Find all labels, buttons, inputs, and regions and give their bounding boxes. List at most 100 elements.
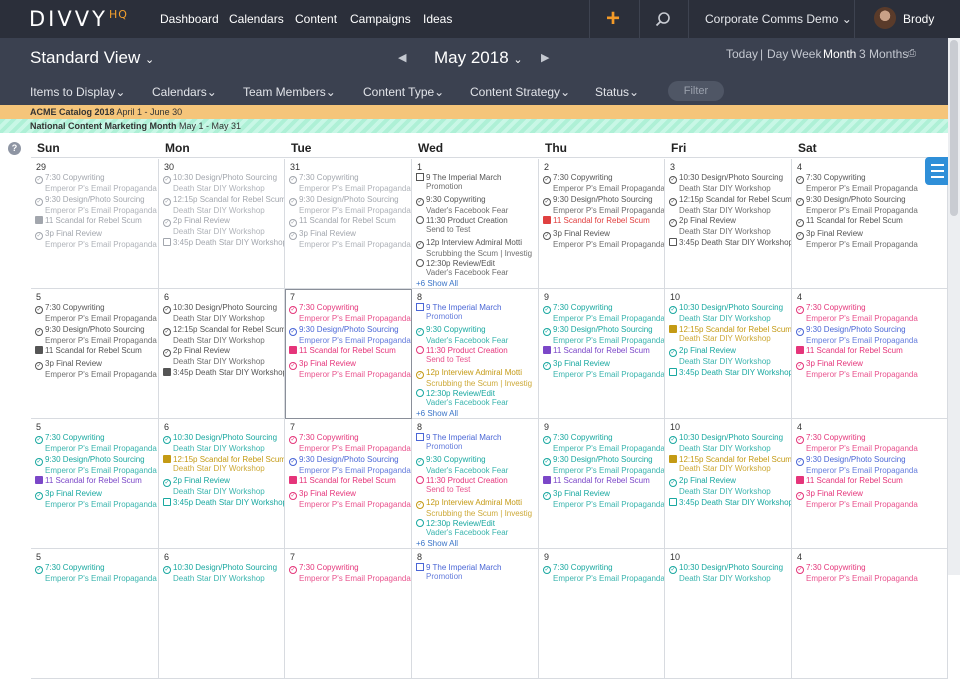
nav-dashboard[interactable]: Dashboard <box>160 12 219 26</box>
filter-content-type[interactable]: Content Type⌄ <box>363 85 444 99</box>
show-all-link[interactable]: +6 Show All <box>416 279 458 288</box>
calendar-event[interactable]: ✓ 9:30 Design/Photo Sourcing Emperor P's E… <box>35 455 158 475</box>
calendar-event[interactable]: 9 The Imperial March Promotion <box>416 433 538 451</box>
calendar-event[interactable]: 3:45p Death Star DIY Workshop <box>669 367 791 377</box>
calendar-event[interactable]: ✓ 12p Interview Admiral Motti Scrubbing th… <box>416 368 538 388</box>
calendar-event[interactable]: ✓ 9:30 Design/Photo Sourcing Emperor P's E… <box>543 455 664 475</box>
calendar-event[interactable]: 11 Scandal for Rebel Scum <box>796 476 920 485</box>
calendar-event[interactable]: 12:30p Review/Edit Vader's Facebook Fear <box>416 519 538 537</box>
calendar-event[interactable]: ✓ 12p Interview Admiral Motti Scrubbing th… <box>416 498 538 518</box>
calendar-event[interactable]: ✓ 7:30 Copywriting Emperor P's Email Propa… <box>35 173 158 193</box>
calendar-event[interactable]: ✓ 7:30 Copywriting Emperor P's Email Propa… <box>543 173 664 193</box>
calendar-event[interactable]: ✓ 3p Final Review Emperor P's Email Propag… <box>543 359 664 379</box>
calendar-event[interactable]: ✓ 12p Interview Admiral Motti Scrubbing th… <box>416 238 538 258</box>
calendar-event[interactable]: ✓ 7:30 Copywriting Emperor P's Email Propa… <box>796 433 920 453</box>
next-month-icon[interactable]: ▶ <box>541 51 549 64</box>
calendar-event[interactable]: ✓ 9:30 Design/Photo Sourcing Emperor P's E… <box>796 195 920 215</box>
search-icon[interactable] <box>655 11 671 27</box>
calendar-day-cell[interactable]: 7 ✓ 7:30 Copywriting Emperor P's Email Prop… <box>285 549 412 679</box>
calendar-day-cell[interactable]: 29 ✓ 7:30 Copywriting Emperor P's Email Pro… <box>31 159 159 289</box>
calendar-event[interactable]: ✓ 3p Final Review Emperor P's Email Propag… <box>289 229 411 249</box>
scrollbar-thumb[interactable] <box>950 40 958 216</box>
campaign-bar[interactable]: National Content Marketing Month May 1 -… <box>0 119 948 133</box>
calendar-event[interactable]: 11 Scandal for Rebel Scum <box>796 346 920 355</box>
calendar-event[interactable]: ✓ 7:30 Copywriting Emperor P's Email Propa… <box>289 433 411 453</box>
calendar-event[interactable]: ✓ 3p Final Review Emperor P's Email Propag… <box>35 359 158 379</box>
calendar-day-cell[interactable]: 89 The Imperial March Promotion ✓ 9:30 Copy… <box>412 289 539 419</box>
calendar-event[interactable]: 12:15p Scandal for Rebel Scum Death Star … <box>163 454 284 473</box>
calendar-event[interactable]: 12:15p Scandal for Rebel Scum Death Star … <box>669 324 791 343</box>
calendar-event[interactable]: ✓ 3p Final Review Emperor P's Email Propag… <box>289 489 411 509</box>
calendar-event[interactable]: ✓ 12:15p Scandal for Rebel Scum Death Star… <box>669 195 791 215</box>
calendar-event[interactable]: ✓ 7:30 Copywriting Emperor P's Email Propa… <box>543 563 664 583</box>
range-month[interactable]: Month <box>823 47 856 61</box>
filter-team-members[interactable]: Team Members⌄ <box>243 85 336 99</box>
calendar-event[interactable]: ✓ 9:30 Design/Photo Sourcing Emperor P's E… <box>796 325 920 345</box>
calendar-event[interactable]: 11 Scandal for Rebel Scum <box>35 216 158 225</box>
calendar-day-cell[interactable]: 9 ✓ 7:30 Copywriting Emperor P's Email Prop… <box>539 549 665 679</box>
calendar-day-cell[interactable]: 30 ✓ 10:30 Design/Photo Sourcing Death Star… <box>159 159 285 289</box>
calendar-day-cell[interactable]: 4 ✓ 7:30 Copywriting Emperor P's Email Prop… <box>792 549 948 679</box>
calendar-event[interactable]: 11 Scandal for Rebel Scum <box>543 216 664 225</box>
user-name[interactable]: Brody <box>903 12 934 26</box>
calendar-day-cell[interactable]: 89 The Imperial March Promotion <box>412 549 539 679</box>
calendar-event[interactable]: ✓ 3p Final Review Emperor P's Email Propag… <box>796 359 920 379</box>
show-all-link[interactable]: +6 Show All <box>416 539 458 548</box>
help-icon[interactable]: ? <box>8 142 21 155</box>
month-selector[interactable]: May 2018 ⌄ <box>434 48 523 68</box>
calendar-event[interactable]: ✓ 7:30 Copywriting Emperor P's Email Propa… <box>796 173 920 193</box>
calendar-day-cell[interactable]: 6 ✓ 10:30 Design/Photo Sourcing Death Star … <box>159 289 285 419</box>
calendar-event[interactable]: 11:30 Product Creation Send to Test <box>416 216 538 234</box>
calendar-event[interactable]: ✓ 7:30 Copywriting Emperor P's Email Propa… <box>796 563 920 583</box>
calendar-day-cell[interactable]: 5 ✓ 7:30 Copywriting Emperor P's Email Prop… <box>31 289 159 419</box>
view-selector[interactable]: Standard View ⌄ <box>30 48 154 68</box>
calendar-day-cell[interactable]: 6 ✓ 10:30 Design/Photo Sourcing Death Star … <box>159 549 285 679</box>
print-icon[interactable]: ⎙ <box>908 48 916 59</box>
calendar-event[interactable]: ✓ 7:30 Copywriting Emperor P's Email Propa… <box>35 433 158 453</box>
calendar-event[interactable]: ✓ 7:30 Copywriting Emperor P's Email Propa… <box>289 173 411 193</box>
calendar-event[interactable]: 11 Scandal for Rebel Scum <box>35 476 158 485</box>
calendar-event[interactable]: ✓ 12:15p Scandal for Rebel Scum Death Star… <box>163 195 284 215</box>
show-all-link[interactable]: +6 Show All <box>416 409 458 418</box>
org-switcher[interactable]: Corporate Comms Demo ⌄ <box>705 12 852 26</box>
calendar-event[interactable]: 9 The Imperial March Promotion <box>416 563 538 581</box>
calendar-event[interactable]: ✓ 10:30 Design/Photo Sourcing Death Star D… <box>163 563 284 583</box>
calendar-event[interactable]: ✓ 2p Final Review Death Star DIY Workshop <box>669 346 791 366</box>
calendar-event[interactable]: 3:45p Death Star DIY Workshop <box>163 497 284 507</box>
campaign-bar[interactable]: ACME Catalog 2018 April 1 - June 30 <box>0 105 948 119</box>
calendar-event[interactable]: ✓ 3p Final Review Emperor P's Email Propag… <box>289 359 411 379</box>
calendar-day-cell[interactable]: 7 ✓ 7:30 Copywriting Emperor P's Email Prop… <box>285 289 412 419</box>
calendar-day-cell[interactable]: 7 ✓ 7:30 Copywriting Emperor P's Email Prop… <box>285 419 412 549</box>
calendar-event[interactable]: 11 Scandal for Rebel Scum <box>289 476 411 485</box>
nav-ideas[interactable]: Ideas <box>423 12 452 26</box>
calendar-event[interactable]: ✓ 9:30 Design/Photo Sourcing Emperor P's E… <box>35 325 158 345</box>
calendar-event[interactable]: ✓ 10:30 Design/Photo Sourcing Death Star D… <box>163 433 284 453</box>
add-icon[interactable]: + <box>606 5 620 33</box>
calendar-event[interactable]: ✓ 9:30 Design/Photo Sourcing Emperor P's E… <box>35 195 158 215</box>
calendar-event[interactable]: ✓ 2p Final Review Death Star DIY Workshop <box>669 476 791 496</box>
calendar-event[interactable]: ✓ 2p Final Review Death Star DIY Workshop <box>163 476 284 496</box>
filter-status[interactable]: Status⌄ <box>595 85 639 99</box>
calendar-event[interactable]: 9 The Imperial March Promotion <box>416 303 538 321</box>
calendar-day-cell[interactable]: 89 The Imperial March Promotion ✓ 9:30 Copy… <box>412 419 539 549</box>
calendar-event[interactable]: ✓ 2p Final Review Death Star DIY Workshop <box>669 216 791 236</box>
calendar-day-cell[interactable]: 4 ✓ 7:30 Copywriting Emperor P's Email Prop… <box>792 289 948 419</box>
calendar-event[interactable]: ✓ 7:30 Copywriting Emperor P's Email Propa… <box>796 303 920 323</box>
calendar-event[interactable]: 3:45p Death Star DIY Workshop <box>163 367 284 377</box>
range-today[interactable]: Today <box>726 47 758 61</box>
calendar-event[interactable]: ✓ 9:30 Copywriting Vader's Facebook Fear <box>416 325 538 345</box>
calendar-event[interactable]: 11 Scandal for Rebel Scum <box>35 346 158 355</box>
calendar-event[interactable]: ✓ 12:15p Scandal for Rebel Scum Death Star… <box>163 325 284 345</box>
calendar-event[interactable]: 3:45p Death Star DIY Workshop <box>163 237 284 247</box>
calendar-day-cell[interactable]: 5 ✓ 7:30 Copywriting Emperor P's Email Prop… <box>31 419 159 549</box>
calendar-event[interactable]: ✓ 7:30 Copywriting Emperor P's Email Propa… <box>289 563 411 583</box>
filter-content-strategy[interactable]: Content Strategy⌄ <box>470 85 570 99</box>
calendar-event[interactable]: ✓ 9:30 Design/Photo Sourcing Emperor P's E… <box>289 455 411 475</box>
filter-button[interactable]: Filter <box>668 81 724 101</box>
calendar-day-cell[interactable]: 9 ✓ 7:30 Copywriting Emperor P's Email Prop… <box>539 289 665 419</box>
range-3-months[interactable]: 3 Months <box>859 47 908 61</box>
calendar-event[interactable]: ✓ 11 Scandal for Rebel Scum <box>796 216 920 227</box>
calendar-event[interactable]: ✓ 3p Final Review Emperor P's Email Propag… <box>543 229 664 249</box>
calendar-event[interactable]: ✓ 7:30 Copywriting Emperor P's Email Propa… <box>35 303 158 323</box>
calendar-day-cell[interactable]: 6 ✓ 10:30 Design/Photo Sourcing Death Star … <box>159 419 285 549</box>
